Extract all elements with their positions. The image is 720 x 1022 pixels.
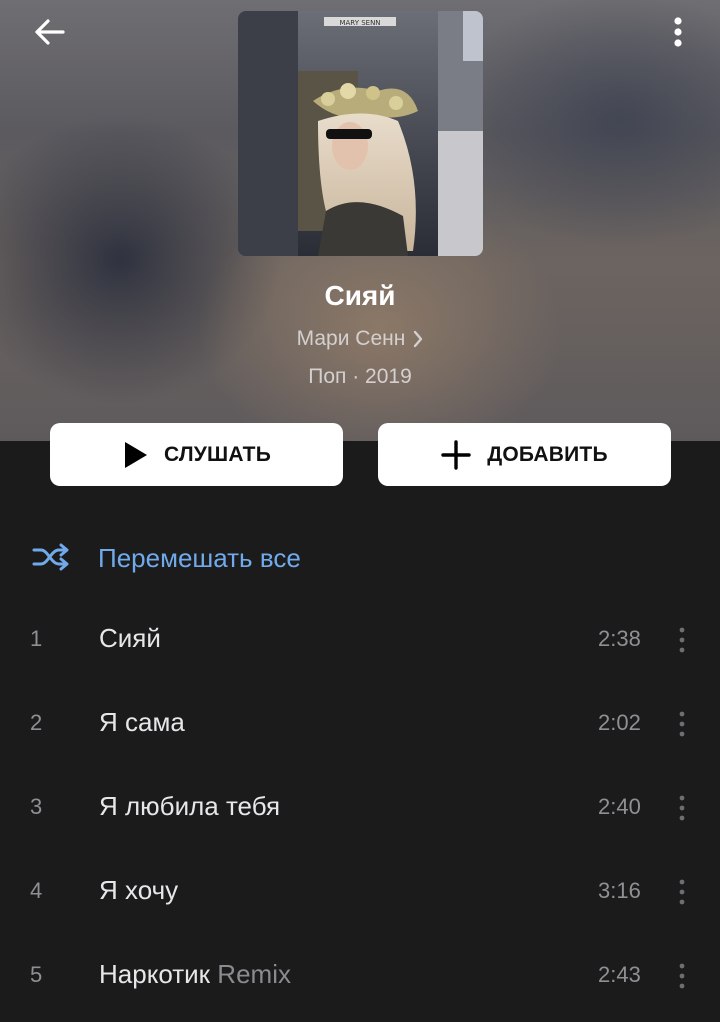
track-menu-button[interactable]	[668, 616, 696, 664]
shuffle-all-button[interactable]: Перемешать все	[0, 525, 720, 589]
artist-name: Мари Сенн	[296, 327, 406, 350]
artist-link[interactable]: Мари Сенн	[0, 327, 720, 351]
track-number: 2	[30, 710, 43, 735]
track-menu-button[interactable]	[668, 784, 696, 832]
shuffle-icon	[32, 541, 70, 578]
track-title: Я любила тебя	[99, 791, 280, 822]
arrow-left-icon	[35, 19, 65, 45]
back-button[interactable]	[24, 12, 76, 52]
add-button[interactable]: ДОБАВИТЬ	[378, 423, 671, 486]
track-duration: 2:40	[598, 794, 641, 819]
track-number: 3	[30, 794, 43, 819]
genre-year: Поп · 2019	[308, 365, 412, 388]
track-row[interactable]: 5 Наркотик Remix 2:43	[0, 934, 720, 1018]
track-title: Я хочу	[99, 875, 178, 906]
track-menu-button[interactable]	[668, 700, 696, 748]
track-title-text: Я любила тебя	[99, 791, 281, 821]
track-row[interactable]: 1 Сияй 2:38	[0, 598, 720, 682]
track-number: 5	[30, 962, 43, 987]
listen-button-label: СЛУШАТЬ	[164, 442, 271, 466]
vertical-dots-icon	[679, 627, 685, 653]
add-button-label: ДОБАВИТЬ	[487, 442, 608, 466]
vertical-dots-icon	[679, 879, 685, 905]
track-duration: 2:43	[598, 962, 641, 987]
album-cover: MARY SENN	[238, 11, 483, 256]
album-title: Сияй	[324, 280, 396, 311]
track-title: Я сама	[99, 707, 185, 738]
shuffle-all-label: Перемешать все	[98, 543, 301, 573]
track-duration: 2:38	[598, 626, 641, 651]
track-row[interactable]: 3 Я любила тебя 2:40	[0, 766, 720, 850]
chevron-right-icon	[413, 330, 423, 348]
play-icon	[122, 441, 148, 469]
track-row[interactable]: 4 Я хочу 3:16	[0, 850, 720, 934]
vertical-dots-icon	[679, 711, 685, 737]
track-row[interactable]: 2 Я сама 2:02	[0, 682, 720, 766]
track-subtitle: Remix	[217, 959, 291, 989]
track-number: 4	[30, 878, 43, 903]
track-title-text: Я сама	[99, 707, 185, 737]
track-duration: 3:16	[598, 878, 641, 903]
vertical-dots-icon	[679, 963, 685, 989]
more-options-button[interactable]	[656, 12, 700, 52]
track-menu-button[interactable]	[668, 868, 696, 916]
track-title: Наркотик Remix	[99, 959, 291, 990]
vertical-dots-icon	[674, 17, 682, 47]
listen-button[interactable]: СЛУШАТЬ	[50, 423, 343, 486]
track-duration: 2:02	[598, 710, 641, 735]
vertical-dots-icon	[679, 795, 685, 821]
plus-icon	[441, 439, 471, 470]
cover-lettering: MARY SENN	[339, 19, 380, 27]
track-number: 1	[30, 626, 43, 651]
track-title: Сияй	[99, 623, 161, 654]
track-menu-button[interactable]	[668, 952, 696, 1000]
track-title-text: Сияй	[99, 623, 161, 653]
track-title-text: Я хочу	[99, 875, 179, 905]
track-title-text: Наркотик	[99, 959, 211, 989]
